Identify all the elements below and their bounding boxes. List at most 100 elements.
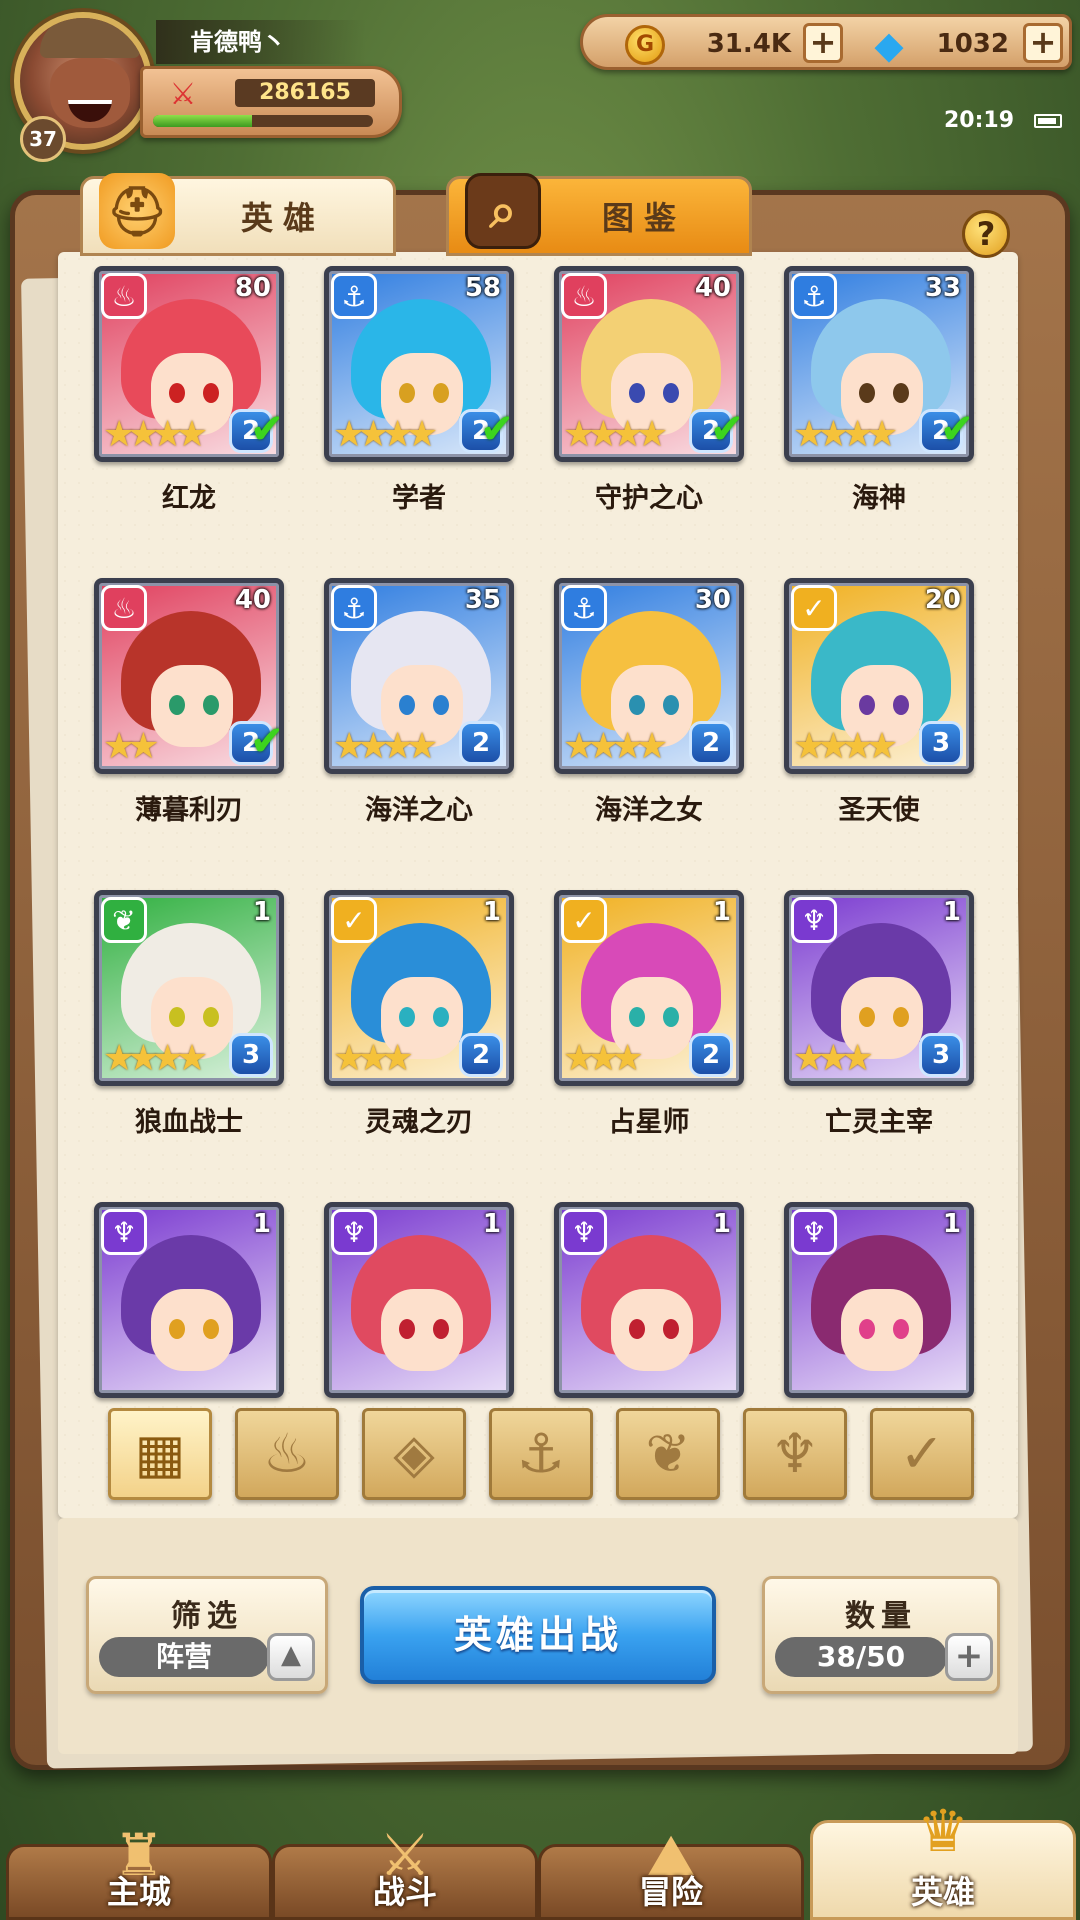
anchor-icon: ⚓: [561, 585, 607, 631]
hero-card[interactable]: ✓ 20 ★★★★ 3 圣天使: [784, 578, 980, 827]
gem-amount: 1032: [936, 29, 1009, 59]
hero-card[interactable]: ⚓ 30 ★★★★ 2 海洋之女: [554, 578, 750, 827]
hero-card[interactable]: ♆ 1: [784, 1202, 980, 1398]
hero-level: 58: [464, 273, 501, 303]
hero-card[interactable]: ♆ 1 ★★★ 3 亡灵主宰: [784, 890, 980, 1139]
filter-horn-icon[interactable]: ♆: [743, 1408, 847, 1500]
hero-count-title: 数量: [845, 1599, 917, 1634]
hero-level: 1: [712, 897, 731, 927]
expand-capacity-button[interactable]: +: [945, 1633, 993, 1681]
hero-card[interactable]: ⚓ 58 ★★★★ 2 ✔ 学者: [324, 266, 520, 515]
wing-icon: ✓: [791, 585, 837, 631]
hero-name: 红龙: [162, 483, 216, 514]
hero-card[interactable]: ♆ 1: [94, 1202, 290, 1398]
hero-name: 海洋之女: [595, 795, 703, 826]
filter-wolf-icon[interactable]: ❦: [616, 1408, 720, 1500]
hero-name: 学者: [392, 483, 446, 514]
nav-item-3[interactable]: ⛰ 冒险: [538, 1821, 804, 1920]
hero-rank-badge: 2: [689, 721, 733, 765]
hero-card[interactable]: ⚓ 35 ★★★★ 2 海洋之心: [324, 578, 520, 827]
hero-card[interactable]: ❦ 1 ★★★★ 3 狼血战士: [94, 890, 290, 1139]
hero-rank-badge: 3: [229, 1033, 273, 1077]
nav-item-4[interactable]: ♛ 英雄: [810, 1797, 1076, 1920]
hero-star-rating: ★★★★: [793, 726, 898, 767]
hero-star-rating: ★★★: [333, 1038, 414, 1079]
hero-portrait: ⚓ 33 ★★★★ 2 ✔: [784, 266, 974, 462]
horn-icon: ♆: [791, 897, 837, 943]
hero-star-rating: ★★★: [793, 1038, 874, 1079]
hero-star-rating: ★★★★: [563, 414, 668, 455]
hero-portrait: ♨ 80 ★★★★ 2 ✔: [94, 266, 284, 462]
help-button[interactable]: ?: [962, 210, 1010, 258]
hero-name: 薄暮利刃: [135, 795, 243, 826]
diamond-gem-icon: ◆: [874, 23, 904, 67]
combat-power-value: 286165: [235, 79, 375, 107]
hero-portrait: ⚓ 35 ★★★★ 2: [324, 578, 514, 774]
deployed-check-icon: ✔: [939, 404, 974, 453]
player-name: 肯德鸭丶: [156, 20, 366, 64]
filter-anchor-icon[interactable]: ⚓: [489, 1408, 593, 1500]
hero-card[interactable]: ♨ 40 ★★★★ 2 ✔ 守护之心: [554, 266, 750, 515]
hero-level: 1: [252, 1209, 271, 1239]
hero-level: 33: [924, 273, 961, 303]
hero-portrait: ✓ 1 ★★★ 2: [554, 890, 744, 1086]
nav-item-1[interactable]: ♜ 主城: [6, 1821, 272, 1920]
hero-level: 40: [234, 585, 271, 615]
deployed-check-icon: ✔: [479, 404, 514, 453]
hero-card[interactable]: ✓ 1 ★★★ 2 灵魂之刃: [324, 890, 520, 1139]
filter-all-grid-icon[interactable]: ▦: [108, 1408, 212, 1500]
hero-portrait: ♨ 40 ★★★★ 2 ✔: [554, 266, 744, 462]
hero-crest-icon: ♛: [917, 1797, 969, 1865]
exp-bar: [153, 115, 373, 127]
add-gold-button[interactable]: +: [803, 23, 843, 63]
filter-diamond-icon[interactable]: ◈: [362, 1408, 466, 1500]
hero-star-rating: ★★★★: [103, 414, 208, 455]
filter-flame-icon[interactable]: ♨: [235, 1408, 339, 1500]
hero-name: 海神: [852, 483, 906, 514]
hero-name: 灵魂之刃: [365, 1107, 473, 1138]
hero-rank-badge: 3: [919, 721, 963, 765]
hero-portrait: ✓ 1 ★★★ 2: [324, 890, 514, 1086]
hero-level: 20: [924, 585, 961, 615]
tab-heroes[interactable]: ⛑ 英雄: [80, 173, 396, 256]
player-avatar[interactable]: 37: [8, 6, 158, 162]
hero-card[interactable]: ⚓ 33 ★★★★ 2 ✔ 海神: [784, 266, 980, 515]
tab-codex-label: 图鉴: [601, 199, 686, 237]
hero-card[interactable]: ♨ 40 ★★ 2 ✔ 薄暮利刃: [94, 578, 290, 827]
crossed-swords-icon: ⚔: [169, 77, 197, 112]
add-gems-button[interactable]: +: [1023, 23, 1063, 63]
hero-level: 1: [252, 897, 271, 927]
hero-name: 占星师: [608, 1107, 690, 1138]
hero-name: 守护之心: [595, 483, 703, 514]
wing-icon: ✓: [331, 897, 377, 943]
filter-toggle-button[interactable]: ▲: [267, 1633, 315, 1681]
hero-portrait: ⚓ 30 ★★★★ 2: [554, 578, 744, 774]
player-level-badge: 37: [20, 116, 66, 162]
nav-label: 战斗: [372, 1873, 437, 1911]
nav-item-2[interactable]: ⚔ 战斗: [272, 1821, 538, 1920]
hero-rank-badge: 2: [459, 1033, 503, 1077]
hero-level: 80: [234, 273, 271, 303]
tab-codex[interactable]: ⌕ 图鉴: [446, 173, 752, 256]
deploy-heroes-button[interactable]: 英雄出战: [360, 1586, 716, 1684]
hero-star-rating: ★★★★: [333, 414, 438, 455]
exp-bar-fill: [153, 115, 252, 127]
filter-wing-icon[interactable]: ✓: [870, 1408, 974, 1500]
hero-level: 1: [482, 1209, 501, 1239]
hero-card[interactable]: ♆ 1: [554, 1202, 750, 1398]
hero-card[interactable]: ♨ 80 ★★★★ 2 ✔ 红龙: [94, 266, 290, 515]
anchor-icon: ⚓: [791, 273, 837, 319]
hero-level: 35: [464, 585, 501, 615]
hero-card[interactable]: ♆ 1: [324, 1202, 520, 1398]
hero-card[interactable]: ✓ 1 ★★★ 2 占星师: [554, 890, 750, 1139]
hero-name: 亡灵主宰: [825, 1107, 933, 1138]
hero-star-rating: ★★★★: [793, 414, 898, 455]
hero-portrait: ♨ 40 ★★ 2 ✔: [94, 578, 284, 774]
deployed-check-icon: ✔: [249, 404, 284, 453]
hero-portrait: ♆ 1 ★★★ 3: [784, 890, 974, 1086]
flame-icon: ♨: [561, 273, 607, 319]
wing-icon: ✓: [561, 897, 607, 943]
tab-heroes-label: 英雄: [240, 199, 325, 237]
hero-star-rating: ★★★★: [103, 1038, 208, 1079]
wolf-icon: ❦: [101, 897, 147, 943]
